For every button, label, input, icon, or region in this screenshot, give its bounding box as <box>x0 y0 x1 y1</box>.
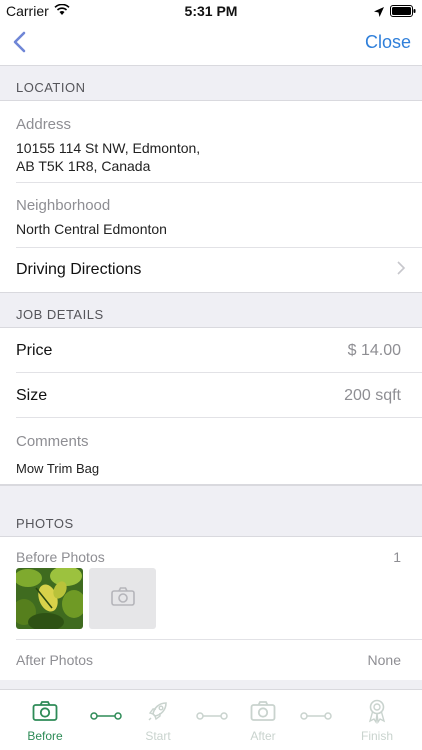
address-cell: Address 10155 114 St NW, Edmonton, AB T5… <box>0 101 422 183</box>
progress-connector <box>300 712 332 720</box>
after-photos-count: None <box>367 652 401 668</box>
address-line-2: AB T5K 1R8, Canada <box>16 158 151 174</box>
camera-icon <box>15 698 75 724</box>
neighborhood-value: North Central Edmonton <box>16 221 167 237</box>
status-time: 5:31 PM <box>184 3 238 19</box>
before-photos-thumbnails <box>16 568 401 629</box>
battery-icon <box>390 4 416 20</box>
address-line-1: 10155 114 St NW, Edmonton, <box>16 140 201 156</box>
after-photos-header: After Photos None <box>16 652 401 668</box>
driving-directions-label: Driving Directions <box>16 261 142 278</box>
address-value: 10155 114 St NW, Edmonton, AB T5K 1R8, C… <box>16 139 406 175</box>
comments-cell: Comments Mow Trim Bag <box>0 418 422 485</box>
status-right <box>374 4 416 20</box>
tab-start[interactable]: Start <box>128 698 188 743</box>
progress-connector <box>196 712 228 720</box>
section-header-photos: PHOTOS <box>0 485 422 537</box>
before-photos-label: Before Photos <box>16 549 105 565</box>
section-header-location: LOCATION <box>0 66 422 101</box>
neighborhood-cell: Neighborhood North Central Edmonton <box>0 183 422 248</box>
progress-connector <box>90 712 122 720</box>
camera-icon <box>233 698 293 724</box>
comments-label: Comments <box>16 433 89 450</box>
section-header-job-details: JOB DETAILS <box>0 293 422 328</box>
price-value: $ 14.00 <box>347 341 401 359</box>
camera-icon <box>110 586 135 611</box>
size-value: 200 sqft <box>344 386 401 404</box>
tab-after-label: After <box>250 729 276 743</box>
tab-before[interactable]: Before <box>15 698 75 743</box>
location-arrow-icon <box>374 4 384 20</box>
size-row: Size 200 sqft <box>0 373 422 418</box>
driving-directions-row[interactable]: Driving Directions <box>0 248 422 293</box>
before-photos-count: 1 <box>393 549 401 565</box>
size-label: Size <box>16 386 48 404</box>
chevron-left-icon <box>8 31 38 62</box>
neighborhood-label: Neighborhood <box>16 197 111 214</box>
tab-start-label: Start <box>145 729 171 743</box>
scroll-content[interactable]: LOCATION Address 10155 114 St NW, Edmont… <box>0 66 422 689</box>
tab-after[interactable]: After <box>233 698 293 743</box>
award-icon <box>347 698 407 724</box>
price-row: Price $ 14.00 <box>0 328 422 373</box>
after-photos-cell: After Photos None <box>0 640 422 680</box>
tab-before-label: Before <box>27 729 63 743</box>
after-photos-label: After Photos <box>16 652 94 668</box>
tab-finish-label: Finish <box>360 729 393 743</box>
status-bar: Carrier 5:31 PM <box>0 0 422 22</box>
before-photo-thumbnail[interactable] <box>16 568 83 629</box>
back-button[interactable] <box>8 28 38 58</box>
before-photos-cell: Before Photos 1 <box>0 537 422 640</box>
address-label: Address <box>16 116 72 133</box>
navigation-bar: Close <box>0 22 422 66</box>
close-button[interactable]: Close <box>365 32 411 53</box>
before-photos-header: Before Photos 1 <box>16 549 401 565</box>
progress-tab-bar: Before Start After Finish <box>0 689 422 750</box>
tab-finish[interactable]: Finish <box>347 698 407 743</box>
rocket-icon <box>128 698 188 724</box>
add-before-photo-button[interactable] <box>89 568 156 629</box>
price-label: Price <box>16 341 53 359</box>
chevron-right-icon <box>396 260 406 281</box>
comments-value: Mow Trim Bag <box>16 461 100 476</box>
